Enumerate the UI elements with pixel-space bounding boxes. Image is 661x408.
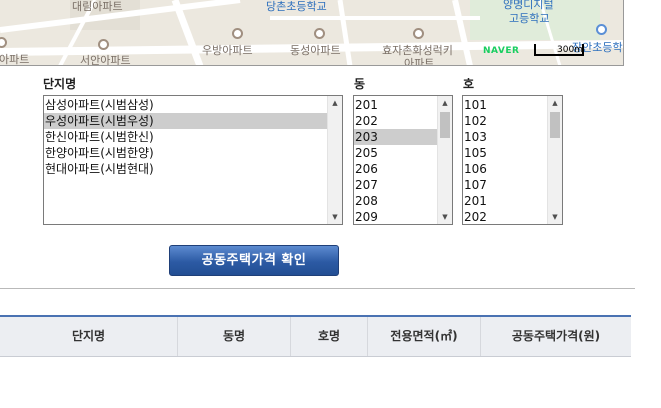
map-label-left: 아파트 <box>0 53 30 66</box>
building-scrollbar[interactable]: ▲ ▼ <box>437 96 452 224</box>
complex-select[interactable]: 삼성아파트(시범삼성) 우성아파트(시범우성) 한신아파트(시범한신) 한양아파트(시… <box>43 95 343 225</box>
scroll-down-icon[interactable]: ▼ <box>328 210 342 224</box>
building-select[interactable]: 201 202 203 205 206 207 208 209 ▲ ▼ <box>353 95 453 225</box>
map-label-woobang: 우방아파트 <box>202 44 253 57</box>
map-scale-label: 300m <box>557 45 583 55</box>
unit-option[interactable]: 103 <box>463 129 547 145</box>
unit-option[interactable]: 101 <box>463 97 547 113</box>
building-option[interactable]: 201 <box>354 97 437 113</box>
unit-option[interactable]: 202 <box>463 209 547 224</box>
complex-options: 삼성아파트(시범삼성) 우성아파트(시범우성) 한신아파트(시범한신) 한양아파트(시… <box>44 97 327 177</box>
complex-option[interactable]: 삼성아파트(시범삼성) <box>44 97 327 113</box>
scroll-up-icon[interactable]: ▲ <box>548 96 562 110</box>
unit-scrollbar[interactable]: ▲ ▼ <box>547 96 562 224</box>
confirm-price-button[interactable]: 공동주택가격 확인 <box>169 245 339 276</box>
building-options: 201 202 203 205 206 207 208 209 <box>354 97 437 224</box>
scroll-down-icon[interactable]: ▼ <box>438 210 452 224</box>
building-option[interactable]: 206 <box>354 161 437 177</box>
complex-scrollbar[interactable]: ▲ ▼ <box>327 96 342 224</box>
unit-option[interactable]: 105 <box>463 145 547 161</box>
building-option[interactable]: 202 <box>354 113 437 129</box>
naver-logo: NAVER <box>483 46 520 56</box>
apartment-marker-icon[interactable] <box>98 39 109 50</box>
column-header-area: 전용면적(㎡) <box>367 317 480 356</box>
column-header-complex: 단지명 <box>71 329 106 343</box>
complex-option[interactable]: 현대아파트(시범현대) <box>44 161 327 177</box>
column-header-price: 공동주택가격(원) <box>480 317 631 356</box>
scroll-thumb[interactable] <box>550 112 560 138</box>
complex-label: 단지명 <box>43 77 77 91</box>
apartment-marker-icon[interactable] <box>314 28 325 39</box>
unit-label: 호 <box>463 77 475 91</box>
apartment-marker-icon[interactable] <box>232 28 243 39</box>
location-map[interactable]: 대림아파트 당촌초등학교 양명디지털 고등학교 아파트 서안아파트 우방아파트 … <box>0 0 624 66</box>
map-label-high-school: 고등학교 <box>509 12 550 25</box>
result-table-header: 단지명 동명 호명 전용면적(㎡) 공동주택가격(원) <box>0 315 631 357</box>
building-option[interactable]: 208 <box>354 193 437 209</box>
map-label-seoan: 서안아파트 <box>80 54 131 66</box>
school-marker-icon[interactable] <box>596 24 607 35</box>
complex-option[interactable]: 한신아파트(시범한신) <box>44 129 327 145</box>
building-option[interactable]: 205 <box>354 145 437 161</box>
map-label-daerim: 대림아파트 <box>72 0 123 13</box>
unit-option[interactable]: 106 <box>463 161 547 177</box>
complex-option[interactable]: 우성아파트(시범우성) <box>44 113 327 129</box>
unit-option[interactable]: 201 <box>463 193 547 209</box>
complex-option[interactable]: 한양아파트(시범한양) <box>44 145 327 161</box>
scroll-down-icon[interactable]: ▼ <box>548 210 562 224</box>
map-label-dongseong: 동성아파트 <box>290 44 341 57</box>
section-divider <box>0 288 635 289</box>
map-label-school: 당촌초등학교 <box>266 0 327 13</box>
unit-select[interactable]: 101 102 103 105 106 107 201 202 ▲ ▼ <box>462 95 563 225</box>
building-option[interactable]: 203 <box>354 129 437 145</box>
building-option[interactable]: 209 <box>354 209 437 224</box>
scroll-thumb[interactable] <box>440 112 450 138</box>
unit-options: 101 102 103 105 106 107 201 202 <box>463 97 547 224</box>
map-label-hyoja-2: 아파트 <box>404 57 435 66</box>
scroll-up-icon[interactable]: ▲ <box>438 96 452 110</box>
column-header-unit: 호명 <box>290 317 367 356</box>
column-header-building: 동명 <box>177 317 290 356</box>
unit-option[interactable]: 107 <box>463 177 547 193</box>
unit-option[interactable]: 102 <box>463 113 547 129</box>
scroll-up-icon[interactable]: ▲ <box>328 96 342 110</box>
building-option[interactable]: 207 <box>354 177 437 193</box>
apartment-marker-icon[interactable] <box>413 28 424 39</box>
building-label: 동 <box>354 77 366 91</box>
